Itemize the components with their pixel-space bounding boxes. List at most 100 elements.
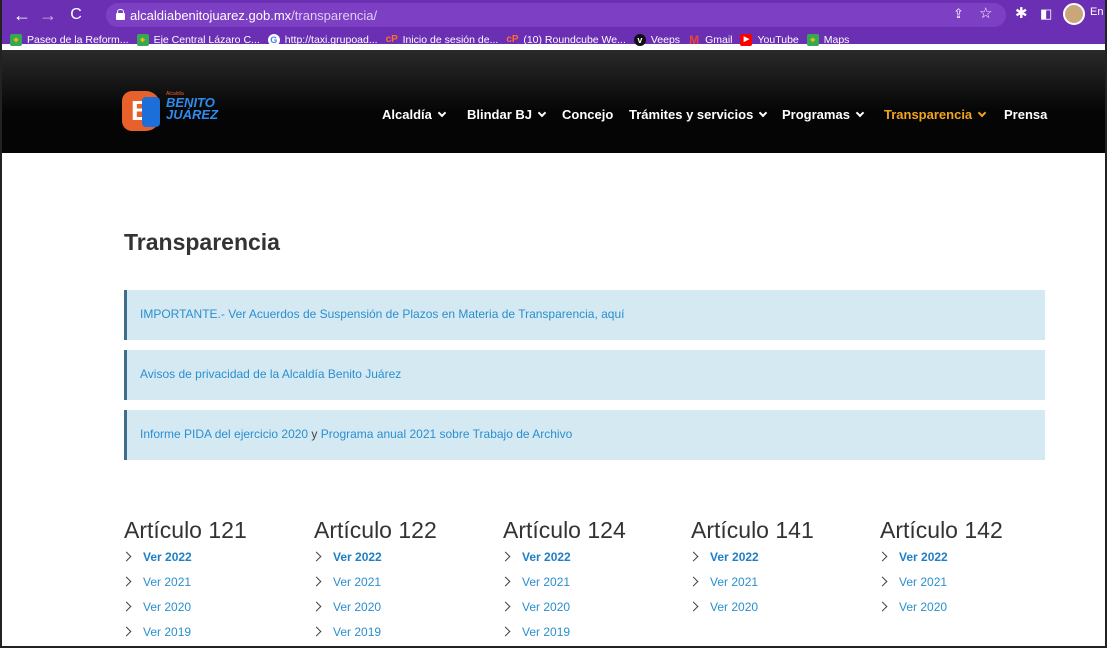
chevron-right-icon xyxy=(311,626,322,637)
year-link[interactable]: Ver 2020 xyxy=(500,600,626,625)
veeps-icon: v xyxy=(633,34,646,46)
gmail-icon: M xyxy=(689,33,700,47)
chevron-right-icon xyxy=(500,551,511,562)
logo-line2: JUÁREZ xyxy=(166,107,219,122)
bookmark-item[interactable]: ⌖ Paseo de la Reform... xyxy=(10,34,129,46)
notice-privacy[interactable]: Avisos de privacidad de la Alcaldía Beni… xyxy=(124,350,1045,400)
chevron-down-icon xyxy=(855,108,865,118)
year-link[interactable]: Ver 2019 xyxy=(311,625,437,646)
browser-window: ← → C alcaldiabenitojuarez.gob.mx/transp… xyxy=(0,0,1107,648)
share-icon[interactable]: ⇪ xyxy=(953,4,964,24)
chevron-right-icon xyxy=(500,601,511,612)
youtube-icon: ▶ xyxy=(740,34,753,46)
chevron-right-icon xyxy=(877,576,888,587)
year-link[interactable]: Ver 2019 xyxy=(121,625,247,646)
maps-pin-icon: ⌖ xyxy=(10,34,22,46)
site-header: B Alcaldía BENITO JUÁREZ Alcaldía Blinda… xyxy=(2,50,1105,153)
year-link[interactable]: Ver 2019 xyxy=(500,625,626,646)
year-link[interactable]: Ver 2020 xyxy=(311,600,437,625)
chevron-right-icon xyxy=(877,551,888,562)
site-logo[interactable]: B Alcaldía BENITO JUÁREZ xyxy=(122,91,219,131)
chevron-right-icon xyxy=(688,551,699,562)
chevron-right-icon xyxy=(121,601,132,612)
notice-pida: Informe PIDA del ejercicio 2020 y Progra… xyxy=(124,410,1045,460)
article-122-section: Artículo 122 Ver 2022 Ver 2021 Ver 2020 … xyxy=(311,517,437,646)
notice-link[interactable]: Avisos de privacidad de la Alcaldía Beni… xyxy=(140,367,401,381)
google-icon: G xyxy=(267,34,280,46)
bookmark-item[interactable]: v Veeps xyxy=(633,34,680,46)
pida-link[interactable]: Informe PIDA del ejercicio 2020 xyxy=(140,427,308,441)
notice-link[interactable]: IMPORTANTE.- Ver Acuerdos de Suspensión … xyxy=(140,307,624,321)
programa-anual-link[interactable]: Programa anual 2021 sobre Trabajo de Arc… xyxy=(321,427,573,441)
bookmark-item[interactable]: ⌖ Eje Central Lázaro C... xyxy=(136,34,260,46)
year-link[interactable]: Ver 2020 xyxy=(688,600,814,625)
avatar[interactable] xyxy=(1063,3,1085,25)
article-title: Artículo 122 xyxy=(314,517,437,543)
chevron-right-icon xyxy=(121,551,132,562)
year-link[interactable]: Ver 2021 xyxy=(121,575,247,600)
chevron-right-icon xyxy=(121,576,132,587)
nav-concejo[interactable]: Concejo xyxy=(562,107,613,122)
nav-alcaldia[interactable]: Alcaldía xyxy=(382,107,447,122)
nav-transparencia[interactable]: Transparencia xyxy=(884,107,987,122)
year-link[interactable]: Ver 2021 xyxy=(311,575,437,600)
article-title: Artículo 142 xyxy=(880,517,1003,543)
article-title: Artículo 141 xyxy=(691,517,814,543)
year-link[interactable]: Ver 2022 xyxy=(121,550,247,575)
bookmark-item[interactable]: Ghttp://taxi.grupoad... xyxy=(267,34,378,46)
chevron-down-icon xyxy=(759,108,768,118)
chevron-right-icon xyxy=(311,551,322,562)
chevron-right-icon xyxy=(500,576,511,587)
lock-icon xyxy=(116,9,125,20)
bookmark-item[interactable]: ⌖ Maps xyxy=(806,34,849,46)
cpanel-icon: cP xyxy=(385,34,398,45)
year-link[interactable]: Ver 2022 xyxy=(500,550,626,575)
bookmark-item[interactable]: ▶ YouTube xyxy=(740,34,799,46)
article-title: Artículo 124 xyxy=(503,517,626,543)
chevron-right-icon xyxy=(311,601,322,612)
chevron-right-icon xyxy=(121,626,132,637)
year-link[interactable]: Ver 2022 xyxy=(688,550,814,575)
notice-suspension[interactable]: IMPORTANTE.- Ver Acuerdos de Suspensión … xyxy=(124,290,1045,340)
profile-label[interactable]: En p xyxy=(1090,6,1105,18)
reload-icon[interactable]: C xyxy=(64,4,88,26)
year-link[interactable]: Ver 2022 xyxy=(877,550,1003,575)
chevron-down-icon xyxy=(437,108,447,118)
nav-tramites-y-servicios[interactable]: Trámites y servicios xyxy=(629,107,768,122)
year-link[interactable]: Ver 2022 xyxy=(311,550,437,575)
chevron-right-icon xyxy=(688,576,699,587)
article-121-section: Artículo 121 Ver 2022 Ver 2021 Ver 2020 … xyxy=(121,517,247,646)
bookmark-item[interactable]: cP (10) Roundcube We... xyxy=(506,34,626,46)
chevron-right-icon xyxy=(688,601,699,612)
year-link[interactable]: Ver 2021 xyxy=(877,575,1003,600)
forward-icon[interactable]: → xyxy=(36,4,60,26)
page-title: Transparencia xyxy=(124,229,280,255)
maps-icon: ⌖ xyxy=(806,34,819,46)
nav-prensa[interactable]: Prensa xyxy=(1004,107,1047,122)
year-link[interactable]: Ver 2021 xyxy=(500,575,626,600)
bookmark-star-icon[interactable]: ☆ xyxy=(979,4,992,24)
chevron-right-icon xyxy=(311,576,322,587)
year-link[interactable]: Ver 2020 xyxy=(121,600,247,625)
bookmarks-bar: ⌖ Paseo de la Reform... ⌖ Eje Central Láza… xyxy=(2,30,1105,50)
nav-programas[interactable]: Programas xyxy=(782,107,865,122)
chevron-down-icon xyxy=(537,108,547,118)
chevron-down-icon xyxy=(977,108,987,118)
article-title: Artículo 121 xyxy=(124,517,247,543)
side-panel-icon[interactable]: ◧ xyxy=(1040,4,1052,24)
nav-blindar-bj[interactable]: Blindar BJ xyxy=(467,107,547,122)
chevron-right-icon xyxy=(877,601,888,612)
browser-toolbar: ← → C alcaldiabenitojuarez.gob.mx/transp… xyxy=(2,0,1105,46)
extensions-icon[interactable]: ✱ xyxy=(1015,4,1028,24)
article-142-section: Artículo 142 Ver 2022 Ver 2021 Ver 2020 xyxy=(877,517,1003,625)
article-124-section: Artículo 124 Ver 2022 Ver 2021 Ver 2020 … xyxy=(500,517,626,646)
maps-pin-icon: ⌖ xyxy=(136,34,149,46)
year-link[interactable]: Ver 2020 xyxy=(877,600,1003,625)
bookmark-item[interactable]: cP Inicio de sesión de... xyxy=(386,34,499,46)
back-icon[interactable]: ← xyxy=(10,4,34,26)
url-text: alcaldiabenitojuarez.gob.mx/transparenci… xyxy=(130,8,378,23)
year-link[interactable]: Ver 2021 xyxy=(688,575,814,600)
cpanel-icon: cP xyxy=(506,34,519,45)
bookmark-item[interactable]: M Gmail xyxy=(688,34,732,46)
address-bar[interactable]: alcaldiabenitojuarez.gob.mx/transparenci… xyxy=(106,3,1006,27)
